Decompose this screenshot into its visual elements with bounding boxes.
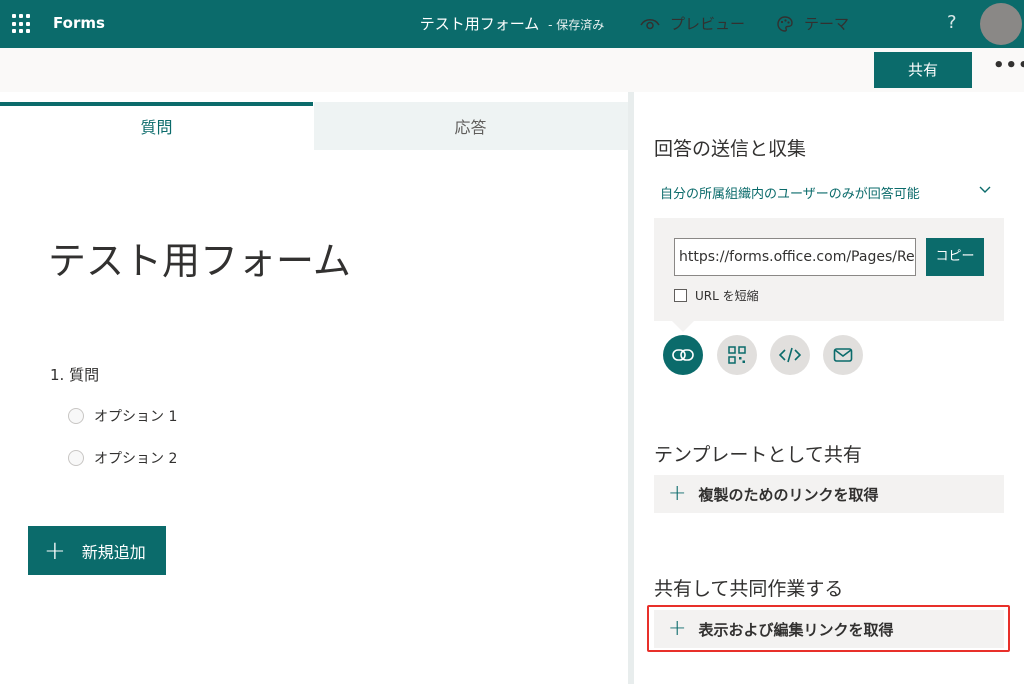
form-title[interactable]: テスト用フォーム	[48, 230, 351, 285]
option-item[interactable]: オプション 2	[68, 448, 177, 468]
get-duplicate-link-button[interactable]: + 複製のためのリンクを取得	[654, 475, 1004, 513]
preview-button[interactable]: プレビュー	[640, 13, 745, 34]
shorten-url-checkbox[interactable]: URL を短縮	[674, 287, 759, 304]
tab-questions[interactable]: 質問	[0, 102, 313, 150]
permission-dropdown[interactable]: 自分の所属組織内のユーザーのみが回答可能	[660, 183, 920, 202]
qr-code-icon[interactable]	[717, 335, 757, 375]
document-title: テスト用フォーム - 保存済み	[0, 13, 1024, 34]
plus-icon: +	[668, 481, 687, 506]
share-panel: 回答の送信と収集 自分の所属組織内のユーザーのみが回答可能 https://fo…	[634, 92, 1024, 684]
mail-icon[interactable]	[823, 335, 863, 375]
option-label: オプション 1	[94, 409, 178, 425]
top-bar: Forms テスト用フォーム - 保存済み ?	[0, 0, 1024, 48]
checkbox[interactable]	[674, 289, 687, 302]
add-new-label: 新規追加	[81, 542, 146, 562]
link-box: https://forms.office.com/Pages/Re コピー UR…	[654, 218, 1004, 321]
highlight-box	[647, 605, 1010, 652]
palette-icon	[777, 15, 793, 32]
plus-icon: +	[44, 535, 66, 566]
add-new-button[interactable]: + 新規追加	[28, 526, 166, 575]
question-title[interactable]: 1. 質問	[50, 364, 99, 385]
save-status: - 保存済み	[548, 18, 605, 32]
link-icon[interactable]	[663, 335, 703, 375]
tab-responses[interactable]: 応答	[314, 102, 627, 150]
option-item[interactable]: オプション 1	[68, 406, 177, 426]
collaborate-heading: 共有して共同作業する	[654, 578, 844, 600]
more-options-icon[interactable]: •••	[993, 55, 1024, 76]
document-title-text: テスト用フォーム	[419, 15, 540, 33]
option-label: オプション 2	[94, 451, 178, 467]
theme-button[interactable]: テーマ	[776, 13, 849, 34]
radio-button[interactable]	[68, 408, 84, 424]
share-button[interactable]: 共有	[874, 52, 972, 88]
send-collect-heading: 回答の送信と収集	[654, 138, 807, 160]
chevron-down-icon[interactable]	[978, 182, 992, 196]
template-share-heading: テンプレートとして共有	[654, 444, 862, 466]
share-url-field[interactable]: https://forms.office.com/Pages/Re	[674, 238, 916, 276]
copy-button[interactable]: コピー	[926, 238, 984, 276]
radio-button[interactable]	[68, 450, 84, 466]
shorten-url-label: URL を短縮	[695, 289, 759, 303]
avatar[interactable]	[980, 3, 1022, 45]
theme-label: テーマ	[804, 15, 850, 33]
eye-icon	[640, 18, 660, 29]
help-icon[interactable]: ?	[947, 12, 957, 33]
embed-code-icon[interactable]	[770, 335, 810, 375]
form-editor: 質問 応答 テスト用フォーム 1. 質問 オプション 1 オプション 2 + 新…	[0, 92, 628, 684]
preview-label: プレビュー	[670, 15, 746, 33]
command-bar	[0, 48, 1024, 92]
get-duplicate-link-label: 複製のためのリンクを取得	[698, 485, 879, 504]
link-box-pointer	[672, 321, 694, 332]
